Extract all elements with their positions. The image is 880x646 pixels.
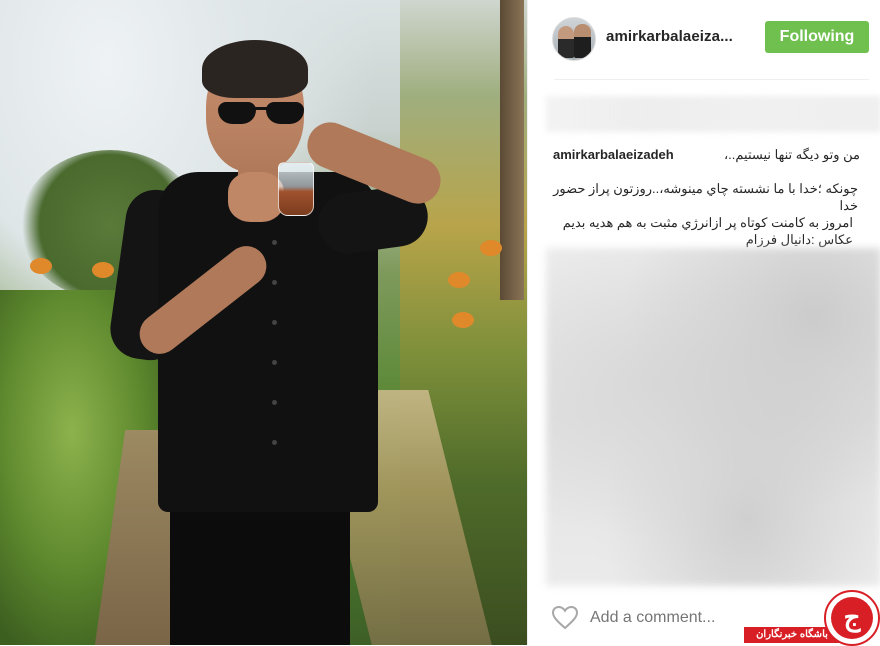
post-header: amirkarbalaeiza... Following: [528, 0, 880, 80]
photo-person: [106, 40, 448, 645]
post-side-panel: amirkarbalaeiza... Following amirkarbala…: [527, 0, 880, 645]
watermark-logo-glyph: ج: [831, 597, 873, 639]
person-hand: [228, 172, 284, 222]
photo-flower: [92, 262, 114, 278]
following-button[interactable]: Following: [765, 21, 869, 53]
heart-icon[interactable]: [552, 606, 578, 630]
photo-tree-trunk: [500, 0, 524, 300]
photo-flower: [480, 240, 502, 256]
post-caption: amirkarbalaeizadeh من وتو ديگه تنها نيست…: [553, 146, 860, 248]
post-username[interactable]: amirkarbalaeiza...: [606, 28, 733, 45]
person-legs: [170, 500, 350, 645]
comment-input[interactable]: [590, 609, 770, 627]
blurred-comments: [546, 248, 880, 586]
caption-line: امروز به کامنت کوتاه پر ازانرژي مثبت به …: [562, 215, 853, 230]
caption-line: عکاس :دانيال فرزام: [745, 232, 853, 247]
avatar[interactable]: [552, 17, 596, 61]
watermark-logo: ج: [824, 590, 880, 646]
post-photo[interactable]: [0, 0, 527, 645]
tea-glass: [278, 162, 314, 216]
photo-flower: [30, 258, 52, 274]
person-hair: [202, 40, 308, 98]
photo-flower: [448, 272, 470, 288]
caption-line: چونکه ؛خدا با ما نشسته چاي مينوشه،..روزت…: [553, 181, 858, 213]
caption-line: من وتو ديگه تنها نيستيم..،: [723, 147, 860, 162]
header-divider: [554, 79, 869, 80]
blurred-content: [546, 96, 880, 132]
news-watermark: باشگاه خبرنگاران ج: [744, 590, 880, 646]
photo-flower: [452, 312, 474, 328]
caption-username[interactable]: amirkarbalaeizadeh: [553, 147, 674, 162]
sunglasses: [218, 102, 304, 124]
